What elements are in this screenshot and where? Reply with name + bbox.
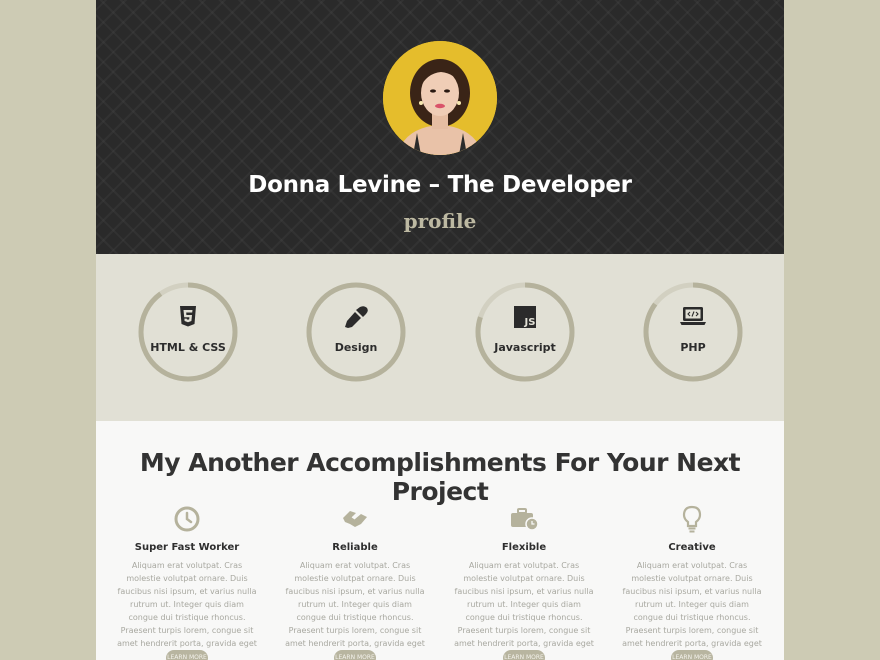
- handshake-icon: [280, 504, 430, 534]
- skill-html-css: HTML & CSS: [137, 281, 239, 383]
- hero-header: Donna Levine – The Developer profile: [96, 0, 784, 254]
- profile-subtitle: profile: [403, 209, 477, 233]
- lightbulb-icon: [617, 504, 767, 534]
- skill-label: Design: [334, 341, 378, 354]
- learn-more-button[interactable]: LEARN MORE: [671, 650, 713, 660]
- profile-name-title: Donna Levine – The Developer: [248, 172, 632, 198]
- skill-progress-ring: [138, 282, 238, 382]
- laptop-code-icon: [642, 305, 744, 329]
- skill-javascript: JS Javascript: [474, 281, 576, 383]
- skill-label: PHP: [680, 341, 706, 354]
- svg-text:JS: JS: [524, 317, 536, 328]
- skill-label: Javascript: [494, 341, 556, 354]
- skill-progress-ring: [475, 282, 575, 382]
- feature-description: Aliquam erat volutpat. Cras molestie vol…: [454, 561, 594, 660]
- skill-progress-ring: [306, 282, 406, 382]
- feature-creative: Creative Aliquam erat volutpat. Cras mol…: [617, 504, 767, 660]
- briefcase-clock-icon: [449, 504, 599, 534]
- feature-name: Super Fast Worker: [134, 542, 240, 553]
- eyedropper-icon: [305, 305, 407, 329]
- html5-icon: [137, 305, 239, 329]
- feature-flexible: Flexible Aliquam erat volutpat. Cras mol…: [449, 504, 599, 660]
- learn-more-button[interactable]: LEARN MORE: [503, 650, 545, 660]
- skills-section: HTML & CSS Design JS Javascript PHP: [96, 254, 784, 421]
- feature-name: Flexible: [501, 542, 547, 553]
- learn-more-button[interactable]: LEARN MORE: [334, 650, 376, 660]
- feature-super-fast-worker: Super Fast Worker Aliquam erat volutpat.…: [112, 504, 262, 660]
- skill-label: HTML & CSS: [150, 341, 226, 354]
- learn-more-button[interactable]: LEARN MORE: [166, 650, 208, 660]
- accomplishments-title: My Another Accomplishments For Your Next…: [139, 448, 741, 506]
- feature-description: Aliquam erat volutpat. Cras molestie vol…: [117, 561, 257, 660]
- feature-description: Aliquam erat volutpat. Cras molestie vol…: [285, 561, 425, 660]
- skill-php: PHP: [642, 281, 744, 383]
- clock-icon: [112, 504, 262, 534]
- javascript-icon: JS: [474, 305, 576, 329]
- feature-name: Reliable: [332, 542, 378, 553]
- avatar: [383, 41, 497, 155]
- skill-progress-ring: [643, 282, 743, 382]
- page: Donna Levine – The Developer profile HTM…: [96, 0, 784, 660]
- skill-design: Design: [305, 281, 407, 383]
- feature-reliable: Reliable Aliquam erat volutpat. Cras mol…: [280, 504, 430, 660]
- feature-description: Aliquam erat volutpat. Cras molestie vol…: [622, 561, 762, 660]
- feature-name: Creative: [668, 542, 716, 553]
